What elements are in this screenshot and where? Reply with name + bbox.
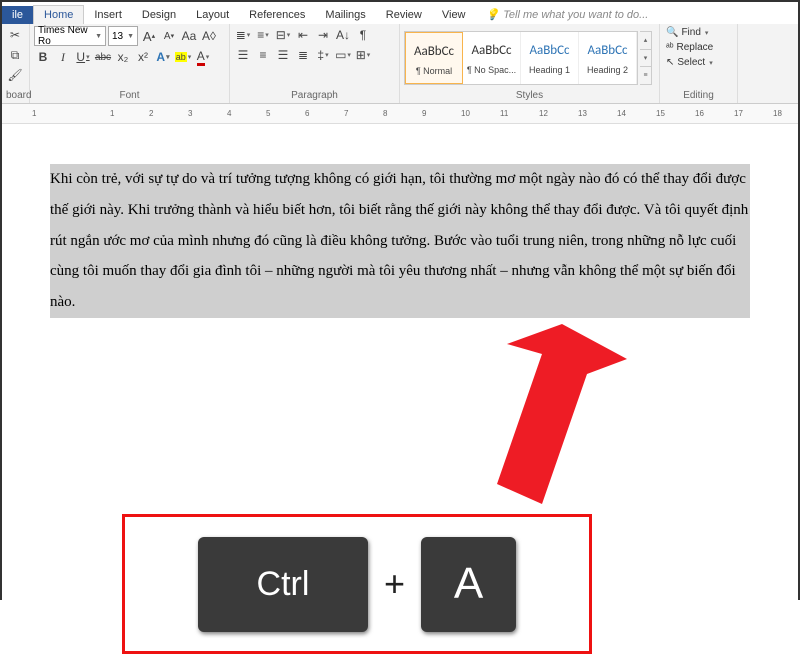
tab-mailings[interactable]: Mailings bbox=[315, 6, 375, 24]
style-heading-2[interactable]: AaBbCc Heading 2 bbox=[579, 32, 637, 84]
ctrl-key: Ctrl bbox=[198, 537, 368, 632]
styles-more-icon[interactable]: ≡ bbox=[640, 67, 651, 84]
bold-button[interactable]: B bbox=[34, 48, 52, 66]
chevron-down-icon: ▼ bbox=[95, 33, 102, 40]
decrease-font-icon[interactable]: A▾ bbox=[160, 27, 178, 45]
tab-layout[interactable]: Layout bbox=[186, 6, 239, 24]
numbering-icon[interactable]: ≡▾ bbox=[254, 26, 272, 44]
highlight-button[interactable]: ab▾ bbox=[174, 48, 192, 66]
font-name-dropdown[interactable]: Times New Ro▼ bbox=[34, 26, 106, 46]
horizontal-ruler[interactable]: 112345678910111213141516171819 bbox=[2, 104, 798, 124]
borders-icon[interactable]: ⊞▾ bbox=[354, 46, 372, 64]
replace-button[interactable]: ᵃᵇReplace bbox=[664, 41, 733, 54]
font-color-button[interactable]: A▾ bbox=[194, 48, 212, 66]
search-icon: 🔍 bbox=[666, 27, 678, 38]
page: Khi còn trẻ, với sự tự do và trí tưởng t… bbox=[50, 164, 750, 318]
increase-font-icon[interactable]: A▴ bbox=[140, 27, 158, 45]
change-case-icon[interactable]: Aa bbox=[180, 27, 198, 45]
cursor-icon: ↖ bbox=[666, 57, 674, 68]
italic-button[interactable]: I bbox=[54, 48, 72, 66]
styles-scroll-down-icon[interactable]: ▾ bbox=[640, 50, 651, 68]
align-center-icon[interactable]: ≡ bbox=[254, 46, 272, 64]
align-left-icon[interactable]: ☰ bbox=[234, 46, 252, 64]
selected-paragraph[interactable]: Khi còn trẻ, với sự tự do và trí tưởng t… bbox=[50, 164, 750, 318]
clipboard-label: board bbox=[6, 90, 25, 103]
show-marks-icon[interactable]: ¶ bbox=[354, 26, 372, 44]
editing-group: 🔍Find▾ ᵃᵇReplace ↖Select▾ Editing bbox=[660, 24, 738, 103]
plus-sign: + bbox=[384, 563, 405, 605]
document-area[interactable]: Khi còn trẻ, với sự tự do và trí tưởng t… bbox=[2, 124, 798, 600]
tab-insert[interactable]: Insert bbox=[84, 6, 132, 24]
style-no-spacing[interactable]: AaBbCc ¶ No Spac... bbox=[463, 32, 521, 84]
shortcut-callout: Ctrl + A bbox=[122, 514, 592, 654]
chevron-down-icon: ▼ bbox=[127, 33, 134, 40]
replace-icon: ᵃᵇ bbox=[666, 42, 674, 53]
tab-references[interactable]: References bbox=[239, 6, 315, 24]
tab-home[interactable]: Home bbox=[33, 5, 84, 24]
tab-design[interactable]: Design bbox=[132, 6, 186, 24]
ribbon-tabs: ile Home Insert Design Layout References… bbox=[2, 2, 798, 24]
find-button[interactable]: 🔍Find▾ bbox=[664, 26, 733, 39]
sort-icon[interactable]: A↓ bbox=[334, 26, 352, 44]
annotation-arrow-icon bbox=[442, 324, 632, 534]
shading-icon[interactable]: ▭▾ bbox=[334, 46, 352, 64]
paragraph-group-label: Paragraph bbox=[234, 90, 395, 103]
styles-group-label: Styles bbox=[404, 90, 655, 103]
a-key: A bbox=[421, 537, 516, 632]
font-name-value: Times New Ro bbox=[38, 25, 95, 47]
line-spacing-icon[interactable]: ‡▾ bbox=[314, 46, 332, 64]
bullets-icon[interactable]: ≣▾ bbox=[234, 26, 252, 44]
multilevel-list-icon[interactable]: ⊟▾ bbox=[274, 26, 292, 44]
paragraph-group: ≣▾ ≡▾ ⊟▾ ⇤ ⇥ A↓ ¶ ☰ ≡ ☰ ≣ ‡▾ ▭▾ ⊞▾ Parag… bbox=[230, 24, 400, 103]
style-normal[interactable]: AaBbCc ¶ Normal bbox=[405, 32, 463, 84]
style-heading-1[interactable]: AaBbCc Heading 1 bbox=[521, 32, 579, 84]
font-size-value: 13 bbox=[112, 31, 123, 42]
copy-icon[interactable]: ⧉ bbox=[6, 46, 24, 64]
font-group-label: Font bbox=[34, 90, 225, 103]
editing-group-label: Editing bbox=[664, 90, 733, 103]
justify-icon[interactable]: ≣ bbox=[294, 46, 312, 64]
format-painter-icon[interactable]: 🖌 bbox=[6, 66, 24, 84]
increase-indent-icon[interactable]: ⇥ bbox=[314, 26, 332, 44]
text-effects-icon[interactable]: A▾ bbox=[154, 48, 172, 66]
cut-icon[interactable]: ✂ bbox=[6, 26, 24, 44]
tell-me-label: Tell me what you want to do... bbox=[503, 9, 648, 21]
tab-view[interactable]: View bbox=[432, 6, 476, 24]
clipboard-group: ✂ ⧉ 🖌 board bbox=[2, 24, 30, 103]
font-group: Times New Ro▼ 13▼ A▴ A▾ Aa A◊ B I U▾ abc… bbox=[30, 24, 230, 103]
superscript-button[interactable]: x² bbox=[134, 48, 152, 66]
clear-formatting-icon[interactable]: A◊ bbox=[200, 27, 218, 45]
align-right-icon[interactable]: ☰ bbox=[274, 46, 292, 64]
styles-scroll-up-icon[interactable]: ▴ bbox=[640, 32, 651, 50]
subscript-button[interactable]: x₂ bbox=[114, 48, 132, 66]
lightbulb-icon: 💡 bbox=[486, 8, 500, 21]
decrease-indent-icon[interactable]: ⇤ bbox=[294, 26, 312, 44]
tab-review[interactable]: Review bbox=[376, 6, 432, 24]
underline-button[interactable]: U▾ bbox=[74, 48, 92, 66]
ribbon: ✂ ⧉ 🖌 board Times New Ro▼ 13▼ A▴ A▾ Aa A… bbox=[2, 24, 798, 104]
styles-gallery[interactable]: AaBbCc ¶ Normal AaBbCc ¶ No Spac... AaBb… bbox=[404, 31, 638, 85]
tab-file[interactable]: ile bbox=[2, 6, 33, 24]
font-size-dropdown[interactable]: 13 ▼ bbox=[108, 26, 138, 46]
styles-group: AaBbCc ¶ Normal AaBbCc ¶ No Spac... AaBb… bbox=[400, 24, 660, 103]
select-button[interactable]: ↖Select▾ bbox=[664, 56, 733, 69]
strikethrough-button[interactable]: abc bbox=[94, 48, 112, 66]
tell-me-search[interactable]: 💡 Tell me what you want to do... bbox=[476, 5, 659, 24]
